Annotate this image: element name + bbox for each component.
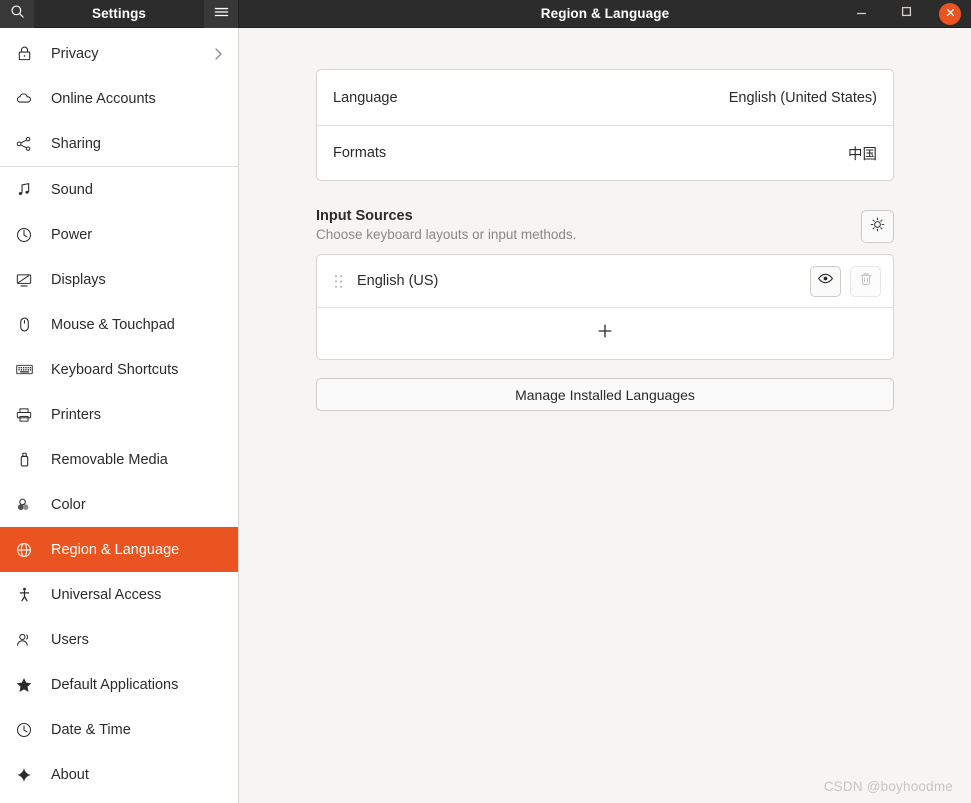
music-note-icon <box>13 179 35 201</box>
sidebar-item-universal-access[interactable]: Universal Access <box>0 572 238 617</box>
plus-icon <box>597 323 613 344</box>
input-sources-subtitle: Choose keyboard layouts or input methods… <box>316 227 577 242</box>
cloud-icon <box>13 88 35 110</box>
sidebar-item-region-language[interactable]: Region & Language <box>0 527 238 572</box>
app-title: Settings <box>91 5 147 21</box>
sidebar-item-label: Online Accounts <box>51 90 156 107</box>
maximize-button[interactable] <box>894 2 918 26</box>
maximize-icon <box>900 5 913 23</box>
sidebar-item-label: Keyboard Shortcuts <box>51 361 179 378</box>
sidebar-item-label: Users <box>51 631 89 648</box>
keyboard-icon <box>13 359 35 381</box>
sidebar-item-color[interactable]: Color <box>0 482 238 527</box>
chevron-right-icon <box>213 47 224 61</box>
sidebar-item-label: Privacy <box>51 45 99 62</box>
input-sources-card: English (US) <box>316 254 894 360</box>
sidebar-item-online-accounts[interactable]: Online Accounts <box>0 76 238 121</box>
sidebar-header: Settings <box>0 0 239 28</box>
input-source-name: English (US) <box>357 273 439 289</box>
sidebar-item-users[interactable]: Users <box>0 617 238 662</box>
mouse-icon <box>13 314 35 336</box>
drag-handle-icon[interactable] <box>331 274 345 289</box>
close-button[interactable] <box>939 2 961 25</box>
language-label: Language <box>333 89 398 106</box>
language-value: English (United States) <box>728 89 877 106</box>
sidebar-item-sound[interactable]: Sound <box>0 167 238 212</box>
sidebar-item-privacy[interactable]: Privacy <box>0 31 238 76</box>
sidebar-item-label: Power <box>51 226 93 243</box>
minimize-icon <box>855 5 868 23</box>
sidebar-item-about[interactable]: About <box>0 752 238 797</box>
sidebar-item-label: Printers <box>51 406 101 423</box>
sidebar-item-label: Default Applications <box>51 676 179 693</box>
sidebar-item-label: Date & Time <box>51 721 131 738</box>
sidebar-item-label: Universal Access <box>51 586 162 603</box>
users-icon <box>13 629 35 651</box>
trash-icon <box>858 271 874 292</box>
sidebar-item-default-applications[interactable]: Default Applications <box>0 662 238 707</box>
printer-icon <box>13 404 35 426</box>
watermark: CSDN @boyhoodme <box>823 779 953 794</box>
share-nodes-icon <box>13 133 35 155</box>
globe-icon <box>13 539 35 561</box>
sidebar-item-power[interactable]: Power <box>0 212 238 257</box>
language-row[interactable]: Language English (United States) <box>317 70 893 125</box>
formats-row[interactable]: Formats 中国 <box>317 125 893 180</box>
minimize-button[interactable] <box>849 2 873 26</box>
usb-drive-icon <box>13 449 35 471</box>
lock-icon <box>13 43 35 65</box>
sidebar-item-label: Region & Language <box>51 541 180 558</box>
window-header: Region & Language <box>239 0 971 27</box>
power-icon <box>13 224 35 246</box>
main-content: Language English (United States) Formats… <box>239 28 971 803</box>
formats-label: Formats <box>333 145 387 161</box>
color-icon <box>13 494 35 516</box>
input-sources-text: Input Sources Choose keyboard layouts or… <box>316 208 576 242</box>
sidebar-item-displays[interactable]: Displays <box>0 257 238 302</box>
sidebar-item-mouse-touchpad[interactable]: Mouse & Touchpad <box>0 302 238 347</box>
sidebar-item-label: Displays <box>51 271 106 288</box>
eye-icon <box>817 270 834 292</box>
window-controls <box>849 2 971 26</box>
settings-window: Settings Region & Language Privacy Onlin… <box>0 0 971 803</box>
sidebar-item-label: Mouse & Touchpad <box>51 316 175 333</box>
sparkle-icon <box>13 764 35 786</box>
input-sources-title: Input Sources <box>316 208 413 224</box>
input-sources-header: Input Sources Choose keyboard layouts or… <box>316 208 894 243</box>
remove-source-button[interactable] <box>850 265 881 297</box>
input-source-row[interactable]: English (US) <box>317 255 893 307</box>
display-icon <box>13 269 35 291</box>
star-icon <box>13 674 35 696</box>
formats-value: 中国 <box>848 146 877 163</box>
sidebar-item-keyboard-shortcuts[interactable]: Keyboard Shortcuts <box>0 347 238 392</box>
title-bar: Settings Region & Language <box>0 0 971 28</box>
sidebar-item-date-time[interactable]: Date & Time <box>0 707 238 752</box>
sidebar-item-removable-media[interactable]: Removable Media <box>0 437 238 482</box>
input-sources-options-button[interactable] <box>861 210 894 243</box>
sidebar-item-label: Sharing <box>51 135 101 152</box>
add-input-source-button[interactable] <box>317 307 893 359</box>
sidebar-item-label: Removable Media <box>51 451 168 468</box>
sidebar-item-label: About <box>51 766 89 783</box>
language-card: Language English (United States) Formats… <box>316 69 894 181</box>
input-source-actions <box>810 265 881 297</box>
content-column: Language English (United States) Formats… <box>316 28 894 411</box>
preview-layout-button[interactable] <box>810 265 841 297</box>
sidebar: Privacy Online Accounts Sharing Sound Po… <box>0 28 239 803</box>
window-body: Privacy Online Accounts Sharing Sound Po… <box>0 28 971 803</box>
sidebar-item-label: Color <box>51 496 86 513</box>
gear-icon <box>869 216 886 238</box>
accessibility-icon <box>13 584 35 606</box>
close-icon <box>945 5 956 23</box>
sidebar-item-printers[interactable]: Printers <box>0 392 238 437</box>
manage-installed-languages-button[interactable]: Manage Installed Languages <box>316 378 894 411</box>
manage-installed-languages-label: Manage Installed Languages <box>515 386 695 403</box>
sidebar-item-sharing[interactable]: Sharing <box>0 121 238 166</box>
clock-icon <box>13 719 35 741</box>
sidebar-item-label: Sound <box>51 181 93 198</box>
